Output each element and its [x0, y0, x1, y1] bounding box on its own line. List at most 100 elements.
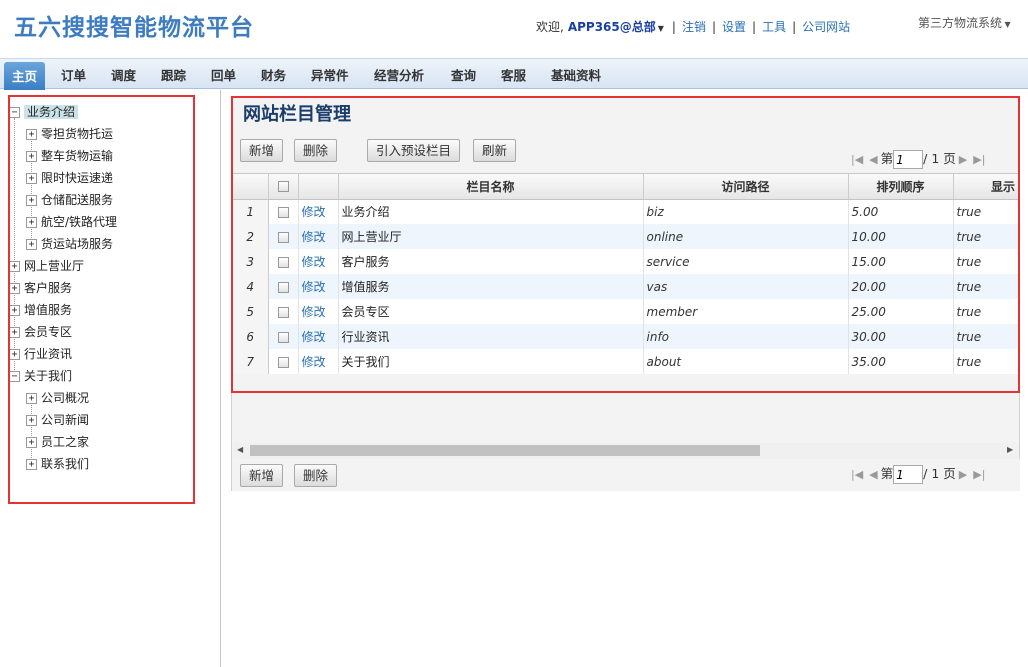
cell-name: 业务介绍 — [338, 199, 644, 224]
cell-order: 25.00 — [848, 299, 954, 324]
cell-show: true — [953, 299, 1018, 324]
pager-suffix: / 1 页 — [923, 151, 956, 166]
column-header-path[interactable]: 访问路径 — [643, 174, 849, 200]
menu-receipt[interactable]: 回单 — [211, 65, 236, 84]
menu-dispatch[interactable]: 调度 — [111, 65, 136, 84]
scroll-right-icon[interactable]: ▶ — [1007, 445, 1013, 454]
row-checkbox[interactable] — [277, 356, 289, 368]
select-all-checkbox[interactable] — [277, 181, 289, 193]
menu-orders[interactable]: 订单 — [61, 65, 86, 84]
cell-name: 客户服务 — [338, 249, 644, 274]
cell-show: true — [953, 349, 1018, 374]
menu-finance[interactable]: 财务 — [261, 65, 286, 84]
last-page-icon[interactable]: ▶| — [973, 153, 985, 166]
menu-tracking[interactable]: 跟踪 — [161, 65, 186, 84]
edit-link[interactable]: 修改 — [298, 324, 339, 349]
row-checkbox[interactable] — [277, 231, 289, 243]
refresh-button[interactable]: 刷新 — [473, 139, 517, 162]
column-header-show[interactable]: 显示 — [953, 174, 1018, 200]
table-row: 4 修改 增值服务 vas 20.00 true — [233, 274, 1018, 299]
company-site-link[interactable]: 公司网站 — [802, 20, 850, 34]
horizontal-scrollbar[interactable]: ◀ ▶ — [233, 443, 1018, 459]
main-menu: 主页 订单 调度 跟踪 回单 财务 异常件 经营分析 查询 客服 基础资料 — [0, 58, 1028, 90]
first-page-icon[interactable]: |◀ — [851, 468, 863, 481]
cell-show: true — [953, 199, 1018, 224]
edit-link[interactable]: 修改 — [298, 274, 339, 299]
cell-order: 35.00 — [848, 349, 954, 374]
prev-page-icon[interactable]: ◀ — [869, 468, 877, 481]
first-page-icon[interactable]: |◀ — [851, 153, 863, 166]
settings-link[interactable]: 设置 — [722, 20, 746, 34]
column-header-name[interactable]: 栏目名称 — [338, 174, 644, 200]
edit-link[interactable]: 修改 — [298, 224, 339, 249]
user-menu[interactable]: APP365@总部 — [568, 20, 656, 34]
row-number: 4 — [233, 274, 269, 299]
table-row: 7 修改 关于我们 about 35.00 true — [233, 349, 1018, 374]
row-checkbox[interactable] — [277, 331, 289, 343]
cell-name: 会员专区 — [338, 299, 644, 324]
welcome-text: 欢迎, — [536, 20, 564, 34]
cell-order: 30.00 — [848, 324, 954, 349]
menu-query[interactable]: 查询 — [451, 65, 476, 84]
columns-table: 栏目名称 访问路径 排列顺序 显示 1 修改 业务介绍 biz 5.00 tru… — [233, 173, 1018, 374]
row-checkbox[interactable] — [277, 206, 289, 218]
next-page-icon[interactable]: ▶ — [959, 468, 967, 481]
import-preset-button[interactable]: 引入预设栏目 — [367, 139, 461, 162]
row-checkbox[interactable] — [277, 281, 289, 293]
edit-link[interactable]: 修改 — [298, 349, 339, 374]
cell-path: service — [643, 249, 849, 274]
system-switcher-label: 第三方物流系统 — [918, 16, 1003, 30]
pager-top: |◀ ◀第 / 1 页▶ ▶| — [848, 148, 988, 169]
prev-page-icon[interactable]: ◀ — [869, 153, 877, 166]
cell-name: 网上营业厅 — [338, 224, 644, 249]
menu-analysis[interactable]: 经营分析 — [374, 65, 424, 84]
cell-order: 5.00 — [848, 199, 954, 224]
row-checkbox[interactable] — [277, 306, 289, 318]
table-row: 1 修改 业务介绍 biz 5.00 true — [233, 199, 1018, 224]
menu-support[interactable]: 客服 — [501, 65, 526, 84]
add-button[interactable]: 新增 — [240, 139, 284, 162]
pager-suffix: / 1 页 — [923, 466, 956, 481]
row-number: 7 — [233, 349, 269, 374]
table-row: 5 修改 会员专区 member 25.00 true — [233, 299, 1018, 324]
row-number: 1 — [233, 199, 269, 224]
row-number: 2 — [233, 224, 269, 249]
cell-show: true — [953, 224, 1018, 249]
cell-path: member — [643, 299, 849, 324]
column-header-order[interactable]: 排列顺序 — [848, 174, 954, 200]
page-input[interactable] — [893, 465, 924, 484]
scroll-left-icon[interactable]: ◀ — [237, 445, 243, 454]
add-button-bottom[interactable]: 新增 — [240, 464, 284, 487]
row-number: 5 — [233, 299, 269, 324]
pager-bottom: |◀ ◀第 / 1 页▶ ▶| — [848, 463, 988, 484]
edit-link[interactable]: 修改 — [298, 249, 339, 274]
top-nav: 欢迎, APP365@总部 ▼ | 注销 | 设置 | 工具 | 公司网站 — [536, 20, 851, 34]
cell-show: true — [953, 249, 1018, 274]
table-row: 2 修改 网上营业厅 online 10.00 true — [233, 224, 1018, 249]
edit-link[interactable]: 修改 — [298, 199, 339, 224]
logout-link[interactable]: 注销 — [682, 20, 706, 34]
table-header-row: 栏目名称 访问路径 排列顺序 显示 — [233, 174, 1018, 200]
cell-path: vas — [643, 274, 849, 299]
delete-button[interactable]: 删除 — [294, 139, 338, 162]
scrollbar-thumb[interactable] — [250, 445, 760, 456]
last-page-icon[interactable]: ▶| — [973, 468, 985, 481]
app-logo: 五六搜搜智能物流平台 — [14, 15, 254, 41]
delete-button-bottom[interactable]: 删除 — [294, 464, 338, 487]
row-checkbox[interactable] — [277, 256, 289, 268]
tools-link[interactable]: 工具 — [762, 20, 786, 34]
menu-exceptions[interactable]: 异常件 — [311, 65, 349, 84]
menu-home[interactable]: 主页 — [4, 62, 46, 90]
table-row: 3 修改 客户服务 service 15.00 true — [233, 249, 1018, 274]
row-number: 3 — [233, 249, 269, 274]
edit-link[interactable]: 修改 — [298, 299, 339, 324]
page-input[interactable] — [893, 150, 924, 169]
highlight-box-left — [8, 95, 195, 504]
next-page-icon[interactable]: ▶ — [959, 153, 967, 166]
cell-order: 10.00 — [848, 224, 954, 249]
menu-basic-data[interactable]: 基础资料 — [551, 65, 601, 84]
chevron-down-icon: ▼ — [1002, 20, 1011, 29]
chevron-down-icon[interactable]: ▼ — [658, 24, 664, 33]
table-row: 6 修改 行业资讯 info 30.00 true — [233, 324, 1018, 349]
system-switcher[interactable]: 第三方物流系统 ▼ — [918, 14, 1011, 31]
